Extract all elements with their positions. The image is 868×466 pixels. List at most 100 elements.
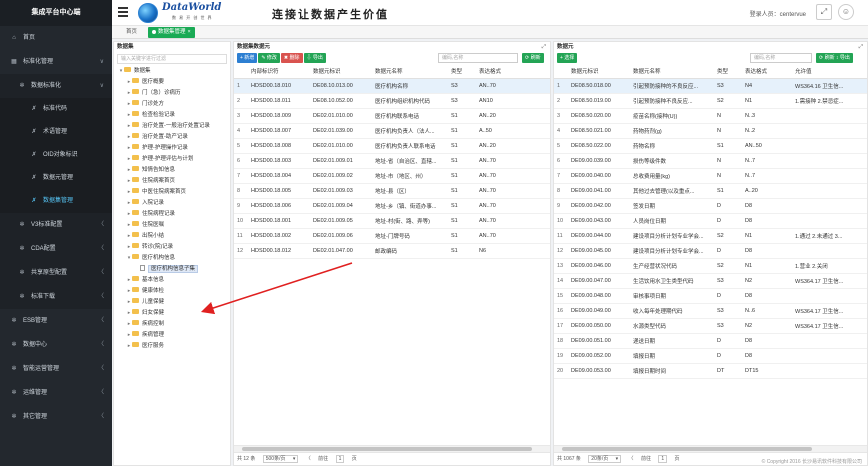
table-row[interactable]: 15 DE09.00.048.00 审核事项日期 D D8	[554, 288, 867, 304]
page-number-input[interactable]: 1	[658, 455, 668, 463]
sidebar-item[interactable]: ✗ 数据元管理	[0, 167, 112, 190]
prev-page-icon[interactable]: 〈	[629, 456, 634, 462]
sidebar-item[interactable]: ✗ 术语管理	[0, 121, 112, 144]
table-row[interactable]: 1 HDSD00.18.010 DE08.10.013.00 医疗机构名称 S3 AN..…	[234, 78, 550, 94]
tree-node[interactable]: ▸ 治疗处置-助产记录	[114, 132, 230, 143]
table-row[interactable]: 20 DE09.00.053.00 填报日期时间 DT DT15	[554, 363, 867, 379]
column-header[interactable]: 表达格式	[742, 65, 792, 79]
sidebar-item[interactable]: ✲ CDA配置 〈	[0, 237, 112, 261]
tree-node[interactable]: ▸ 护理-护理评估与计划	[114, 154, 230, 165]
table-row[interactable]: 9 DE09.00.042.00 签发日期 D D8	[554, 198, 867, 214]
table-row[interactable]: 4 DE08.50.021.00 药物药剂(g) N N..2	[554, 123, 867, 139]
tree-node[interactable]: ▸ 住院医嘱	[114, 220, 230, 231]
tree-node[interactable]: ▸ 医疗概要	[114, 77, 230, 88]
tree-node[interactable]: ▸ 中医住院病案首页	[114, 187, 230, 198]
column-header[interactable]: 类型	[714, 65, 742, 79]
table-row[interactable]: 2 HDSD00.18.011 DE08.10.052.00 医疗机构组织机构代码 S3…	[234, 93, 550, 109]
sidebar-item[interactable]: ✲ 数据标准化 ∨	[0, 74, 112, 98]
table-row[interactable]: 10 HDSD00.18.001 DE02.01.009.05 地址-村(街、路、弄等…	[234, 213, 550, 229]
tree-node[interactable]: ▸ 疾病管理	[114, 330, 230, 341]
sidebar-item[interactable]: ✗ 标准代码	[0, 98, 112, 121]
table-row[interactable]: 11 HDSD00.18.002 DE02.01.009.06 地址-门牌号码 S1 AN…	[234, 228, 550, 244]
tree-node[interactable]: ▸ 出院小结	[114, 231, 230, 242]
horizontal-scrollbar[interactable]	[234, 445, 550, 452]
table-row[interactable]: 8 DE09.00.041.00 其他过去管理(以及重点... S1 A..20	[554, 183, 867, 199]
tree-node[interactable]: ▸ 住院病程记录	[114, 209, 230, 220]
table-row[interactable]: 5 DE08.50.022.00 药物名称 S1 AN..50	[554, 138, 867, 154]
table-row[interactable]: 10 DE09.00.043.00 人员岗位日期 D D8	[554, 213, 867, 229]
horizontal-scrollbar[interactable]	[554, 445, 867, 452]
page-number-input[interactable]: 1	[335, 455, 345, 463]
table-row[interactable]: 9 HDSD00.18.006 DE02.01.009.04 地址-乡（镇、街道办事.…	[234, 198, 550, 214]
expand-icon[interactable]: ⤢	[859, 42, 863, 52]
table-row[interactable]: 3 DE08.50.020.00 疫苗名称(接种(U)) N N..3	[554, 108, 867, 124]
tree-node[interactable]: ▸ 转诊(院)记录	[114, 242, 230, 253]
tree-filter-input[interactable]: 输入关键字进行过滤	[117, 54, 227, 64]
tree-node[interactable]: ▾ 医疗机构信息	[114, 253, 230, 264]
tree-node[interactable]: ▸ 住院病案首页	[114, 176, 230, 187]
prev-page-icon[interactable]: 〈	[306, 456, 311, 462]
tree-node[interactable]: ▸ 医疗服务	[114, 341, 230, 352]
edit-button[interactable]: ✎ 修改	[258, 53, 280, 63]
column-header[interactable]: 允许值	[792, 65, 867, 79]
sidebar-item[interactable]: ✲ 智能运营管理 〈	[0, 357, 112, 381]
tree-node[interactable]: ▸ 门（急）诊病历	[114, 88, 230, 99]
column-header[interactable]: 数据元名称	[630, 65, 714, 79]
page-size-select[interactable]: 20条/页 ▾	[588, 455, 622, 463]
tree-node[interactable]: ▸ 检查检验记录	[114, 110, 230, 121]
sidebar-item[interactable]: ▦ 标准化管理 ∨	[0, 50, 112, 74]
table-row[interactable]: 6 DE09.00.039.00 损伤等级件数 N N..7	[554, 153, 867, 169]
table-row[interactable]: 1 DE08.50.018.00 引起预防接种的不良反应... S3 N4 WS364.1…	[554, 78, 867, 94]
sidebar-item[interactable]: ✲ 其它管理 〈	[0, 405, 112, 429]
column-header[interactable]: 类型	[448, 65, 476, 79]
sidebar-item[interactable]: ⌂ 首页	[0, 26, 112, 50]
page-size-select[interactable]: 500条/页 ▾	[262, 455, 299, 463]
sidebar-item[interactable]: ✲ 标准下载 〈	[0, 285, 112, 309]
column-header[interactable]	[234, 65, 248, 79]
hamburger-menu-icon[interactable]	[118, 7, 128, 17]
column-header[interactable]: 数据元标识	[568, 65, 630, 79]
column-header[interactable]: 内部标识符	[248, 65, 310, 79]
sidebar-item[interactable]: ✗ OID对象标识	[0, 144, 112, 167]
column-header[interactable]	[554, 65, 568, 79]
table-row[interactable]: 11 DE09.00.044.00 建设项目分析计划专业学会... S2 N1 1.通过 …	[554, 228, 867, 244]
table-row[interactable]: 12 DE09.00.045.00 建设项目分析计划专业学会... D D8	[554, 243, 867, 259]
table-row[interactable]: 3 HDSD00.18.009 DE02.01.010.00 医疗机构联系电话 S1 AN…	[234, 108, 550, 124]
table-row[interactable]: 12 HDSD00.18.012 DE02.01.047.00 邮政编码 S1 N6	[234, 243, 550, 259]
dataset-search-input[interactable]: 编码,名称	[438, 53, 518, 63]
table-row[interactable]: 17 DE09.00.050.00 水源类型代码 S3 N2 WS364.17 卫生信..…	[554, 318, 867, 334]
table-row[interactable]: 13 DE09.00.046.00 生产经营状况代码 S2 N1 1.营业 2.关闭	[554, 258, 867, 274]
table-row[interactable]: 16 DE09.00.049.00 收入每年处理期代码 S3 N..6 WS364.17 …	[554, 303, 867, 319]
table-row[interactable]: 18 DE09.00.051.00 递送日期 D D8	[554, 333, 867, 349]
column-header[interactable]: 数据元名称	[372, 65, 448, 79]
close-icon[interactable]: ×	[188, 29, 191, 35]
column-header[interactable]: 数据元标识	[310, 65, 372, 79]
tree-node[interactable]: ▸ 门诊处方	[114, 99, 230, 110]
sidebar-item[interactable]: ✲ 数据中心 〈	[0, 333, 112, 357]
column-header[interactable]: 表达格式	[476, 65, 550, 79]
tree-node[interactable]: ▸ 妇女保健	[114, 308, 230, 319]
table-row[interactable]: 19 DE09.00.052.00 填报日期 D D8	[554, 348, 867, 364]
sidebar-item[interactable]: ✲ 运维管理 〈	[0, 381, 112, 405]
sidebar-item[interactable]: ✲ V3标准配置 〈	[0, 213, 112, 237]
fullscreen-icon[interactable]: ⤢	[816, 4, 832, 20]
delete-button[interactable]: ✖ 删除	[280, 53, 303, 63]
elements-refresh-export-button[interactable]: ⟳ 刷新 ↕ 导出	[816, 53, 853, 63]
sidebar-item[interactable]: ✗ 数据集管理	[0, 190, 112, 213]
dataset-refresh-button[interactable]: ⟳ 刷新	[522, 53, 544, 63]
expand-icon[interactable]: ⤢	[542, 42, 546, 52]
table-row[interactable]: 8 HDSD00.18.005 DE02.01.009.03 地址-县（区） S1 AN.…	[234, 183, 550, 199]
tab-home[interactable]: 首页	[122, 27, 141, 38]
table-row[interactable]: 4 HDSD00.18.007 DE02.01.039.00 医疗机构负责人（法人..…	[234, 123, 550, 139]
tree-node[interactable]: ▸ 治疗处置-一般治疗处置记录	[114, 121, 230, 132]
tree-node[interactable]: ▸ 儿童保健	[114, 297, 230, 308]
tree-node[interactable]: ▾ 数据集	[114, 66, 230, 77]
tree-node[interactable]: ▸ 护理-护理操作记录	[114, 143, 230, 154]
tree-node[interactable]: ▸ 疾病控制	[114, 319, 230, 330]
tree-node[interactable]: ▸ 知情告知信息	[114, 165, 230, 176]
export-button[interactable]: ⇩ 导出	[303, 53, 326, 63]
tree-node[interactable]: ▸ 基本信息	[114, 275, 230, 286]
sidebar-item[interactable]: ✲ 共享原型配置 〈	[0, 261, 112, 285]
table-row[interactable]: 7 DE09.00.040.00 总收费用量(kg) N N..7	[554, 168, 867, 184]
table-row[interactable]: 6 HDSD00.18.003 DE02.01.009.01 地址-省（自治区、直辖.…	[234, 153, 550, 169]
